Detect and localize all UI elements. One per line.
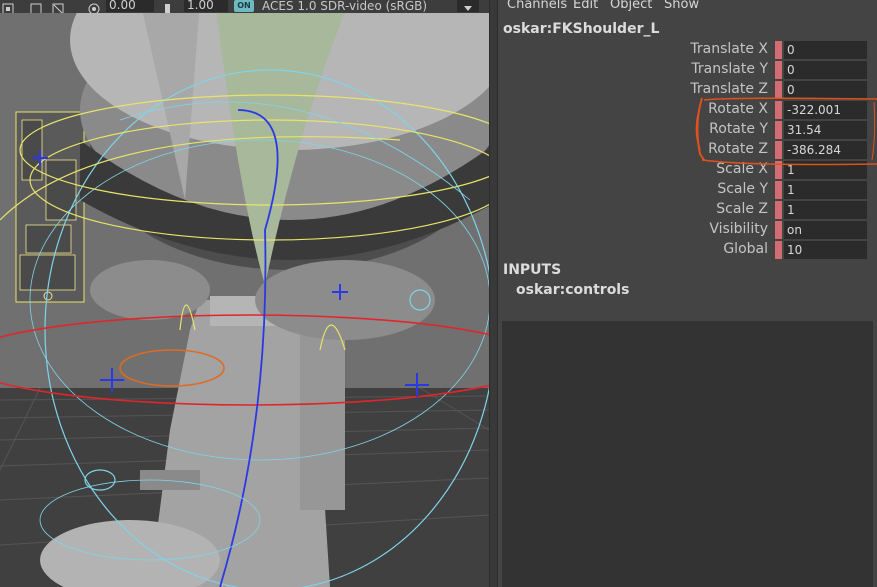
attr-row-scale-z[interactable]: Scale Z 1 xyxy=(498,200,877,220)
inputs-section-header: INPUTS xyxy=(503,262,562,278)
gate-mask-icon[interactable] xyxy=(2,0,15,13)
gamma-icon[interactable] xyxy=(164,0,177,13)
attr-value-field[interactable]: 1 xyxy=(784,201,867,219)
attr-row-rotate-y[interactable]: Rotate Y 31.54 xyxy=(498,120,877,140)
keyed-indicator xyxy=(775,221,782,239)
exposure-icon[interactable] xyxy=(88,0,101,13)
attr-value-field[interactable]: 0 xyxy=(784,81,867,99)
keyed-indicator xyxy=(775,141,782,159)
menu-edit[interactable]: Edit xyxy=(573,0,598,12)
attr-value-field[interactable]: 0 xyxy=(784,41,867,59)
keyed-indicator xyxy=(775,201,782,219)
attr-label: Scale Z xyxy=(716,201,768,217)
keyed-indicator xyxy=(775,61,782,79)
attr-label: Rotate Y xyxy=(709,121,768,137)
attr-label: Scale X xyxy=(716,161,768,177)
viewport-toolbar: 0.00 1.00 ON ACES 1.0 SDR-video (sRGB) xyxy=(0,0,489,13)
menu-object[interactable]: Object xyxy=(610,0,652,12)
attr-label: Translate X xyxy=(690,41,768,57)
channel-box-menu: Channels Edit Object Show xyxy=(498,0,877,13)
attr-row-global[interactable]: Global 10 xyxy=(498,240,877,260)
3d-viewport[interactable]: 0.00 1.00 ON ACES 1.0 SDR-video (sRGB) xyxy=(0,0,489,587)
film-gate-icon[interactable] xyxy=(30,0,43,13)
attr-value-field[interactable]: 1 xyxy=(784,181,867,199)
inputs-node-item[interactable]: oskar:controls xyxy=(516,282,629,298)
keyed-indicator xyxy=(775,161,782,179)
attr-label: Global xyxy=(723,241,768,257)
menu-channels[interactable]: Channels xyxy=(507,0,567,12)
keyed-indicator xyxy=(775,181,782,199)
gamma-field[interactable]: 1.00 xyxy=(184,0,228,12)
attr-row-visibility[interactable]: Visibility on xyxy=(498,220,877,240)
keyed-indicator xyxy=(775,81,782,99)
viewport-scene[interactable] xyxy=(0,0,489,587)
attr-label: Visibility xyxy=(709,221,768,237)
keyed-indicator xyxy=(775,101,782,119)
attr-value-field[interactable]: -322.001 xyxy=(784,101,867,119)
attr-value-field[interactable]: 1 xyxy=(784,161,867,179)
attr-row-translate-y[interactable]: Translate Y 0 xyxy=(498,60,877,80)
keyed-indicator xyxy=(775,241,782,259)
attr-label: Scale Y xyxy=(717,181,768,197)
color-space-dropdown[interactable]: ACES 1.0 SDR-video (sRGB) xyxy=(262,0,427,13)
attr-value-field[interactable]: on xyxy=(784,221,867,239)
attr-value-field[interactable]: 10 xyxy=(784,241,867,259)
panel-splitter[interactable] xyxy=(489,0,498,587)
attr-label: Rotate Z xyxy=(708,141,768,157)
attr-row-scale-x[interactable]: Scale X 1 xyxy=(498,160,877,180)
attr-row-rotate-x[interactable]: Rotate X -322.001 xyxy=(498,100,877,120)
attr-row-translate-z[interactable]: Translate Z 0 xyxy=(498,80,877,100)
channel-box: Channels Edit Object Show oskar:FKShould… xyxy=(498,0,877,587)
attr-row-scale-y[interactable]: Scale Y 1 xyxy=(498,180,877,200)
attr-label: Rotate X xyxy=(708,101,768,117)
menu-show[interactable]: Show xyxy=(664,0,699,12)
resolution-gate-icon[interactable] xyxy=(52,0,65,13)
chevron-down-icon[interactable] xyxy=(457,0,479,12)
attr-row-rotate-z[interactable]: Rotate Z -386.284 xyxy=(498,140,877,160)
attr-value-field[interactable]: 31.54 xyxy=(784,121,867,139)
attr-row-translate-x[interactable]: Translate X 0 xyxy=(498,40,877,60)
keyed-indicator xyxy=(775,41,782,59)
attr-value-field[interactable]: -386.284 xyxy=(784,141,867,159)
attr-label: Translate Y xyxy=(691,61,768,77)
empty-panel xyxy=(502,321,873,587)
attr-value-field[interactable]: 0 xyxy=(784,61,867,79)
exposure-field[interactable]: 0.00 xyxy=(106,0,154,12)
node-name[interactable]: oskar:FKShoulder_L xyxy=(503,21,659,37)
color-management-icon[interactable]: ON xyxy=(234,0,254,12)
right-arm xyxy=(300,330,345,510)
attr-label: Translate Z xyxy=(690,81,768,97)
keyed-indicator xyxy=(775,121,782,139)
